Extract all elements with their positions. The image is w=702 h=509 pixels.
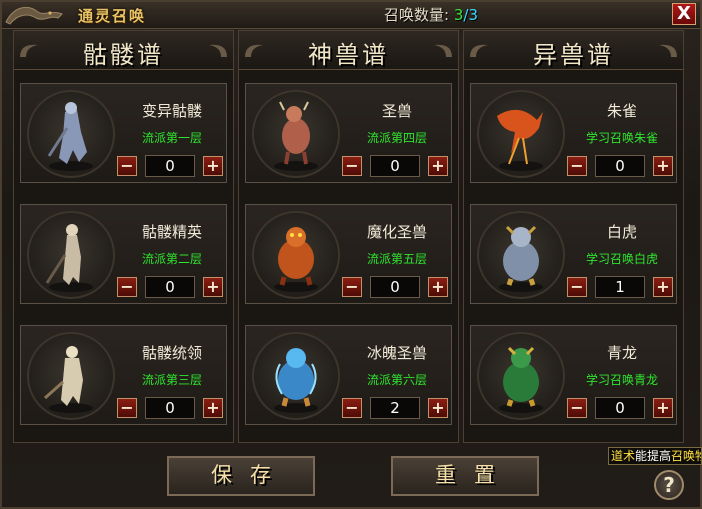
summon-card: 朱雀 学习召唤朱雀 − 0 + — [470, 83, 677, 183]
help-button[interactable]: ? — [654, 470, 684, 500]
summon-name: 白虎 — [606, 223, 637, 241]
summon-count-label: 召唤数量: — [384, 6, 450, 24]
summon-name: 圣兽 — [381, 102, 412, 120]
ice-beast-portrait-icon — [252, 332, 340, 420]
summon-name: 骷髅精英 — [141, 223, 202, 241]
summon-count-current: 3 — [453, 6, 464, 24]
summon-name: 青龙 — [606, 344, 637, 362]
summon-card: 魔化圣兽 流派第五层 − 0 + — [245, 204, 452, 304]
demonized-beast-portrait-icon — [252, 211, 340, 299]
decrease-button[interactable]: − — [117, 398, 137, 418]
summon-school: 学习召唤白虎 — [585, 252, 658, 266]
summon-card: 白虎 学习召唤白虎 − 1 + — [470, 204, 677, 304]
summon-quantity-field[interactable]: 0 — [145, 276, 195, 298]
increase-button[interactable]: + — [653, 156, 673, 176]
save-button[interactable]: 保存 — [167, 456, 315, 496]
summon-school: 流派第四层 — [366, 131, 427, 145]
increase-button[interactable]: + — [653, 277, 673, 297]
summon-quantity-field[interactable]: 0 — [370, 276, 420, 298]
close-button[interactable]: X — [672, 3, 696, 25]
summon-name: 变异骷髅 — [141, 102, 202, 120]
summon-card: 青龙 学习召唤青龙 − 0 + — [470, 325, 677, 425]
increase-button[interactable]: + — [653, 398, 673, 418]
decrease-button[interactable]: − — [567, 277, 587, 297]
summon-count: 召唤数量: 3/3 — [384, 4, 478, 25]
increase-button[interactable]: + — [203, 398, 223, 418]
column-skeleton: 骷髅谱 变异骷髅 流派第一层 − 0 + 骷髅精英 流派第二层 − 0 + 骷髅… — [13, 30, 234, 443]
column-title: 异兽谱 — [533, 41, 614, 69]
title-bar[interactable]: 通灵召唤 召唤数量: 3/3 X — [2, 2, 700, 29]
divine-beast-portrait-icon — [252, 90, 340, 178]
dragon-ornament-icon — [5, 6, 63, 25]
decrease-button[interactable]: − — [117, 156, 137, 176]
summon-card: 骷髅统领 流派第三层 − 0 + — [20, 325, 227, 425]
tooltip: 道术能提高召唤物 — [608, 447, 702, 465]
column-header: 异兽谱 — [464, 31, 683, 70]
summon-quantity-field[interactable]: 0 — [370, 155, 420, 177]
summon-school: 流派第六层 — [366, 373, 427, 387]
tooltip-highlight: 召唤物 — [671, 449, 701, 463]
vermilion-bird-portrait-icon — [477, 90, 565, 178]
summon-window: 通灵召唤 召唤数量: 3/3 X 骷髅谱 变异骷髅 流派第一层 − 0 + 骷髅… — [0, 0, 702, 509]
summon-school: 学习召唤青龙 — [585, 373, 658, 387]
column-header: 骷髅谱 — [14, 31, 233, 70]
increase-button[interactable]: + — [203, 277, 223, 297]
decrease-button[interactable]: − — [342, 398, 362, 418]
increase-button[interactable]: + — [203, 156, 223, 176]
summon-card: 圣兽 流派第四层 − 0 + — [245, 83, 452, 183]
decrease-button[interactable]: − — [117, 277, 137, 297]
summon-quantity-field[interactable]: 0 — [595, 155, 645, 177]
elite-skeleton-portrait-icon — [27, 211, 115, 299]
reset-button[interactable]: 重置 — [391, 456, 539, 496]
decrease-button[interactable]: − — [567, 398, 587, 418]
flourish-right-icon — [434, 44, 452, 57]
column-title: 骷髅谱 — [83, 41, 164, 69]
column-exotic-beast: 异兽谱 朱雀 学习召唤朱雀 − 0 + 白虎 学习召唤白虎 − 1 + 青龙 学… — [463, 30, 684, 443]
tooltip-text: 能提高 — [635, 449, 672, 463]
window-title: 通灵召唤 — [78, 7, 147, 25]
increase-button[interactable]: + — [428, 398, 448, 418]
decrease-button[interactable]: − — [342, 156, 362, 176]
summon-count-max: 3 — [468, 6, 478, 24]
white-tiger-portrait-icon — [477, 211, 565, 299]
summon-quantity-field[interactable]: 0 — [145, 155, 195, 177]
summon-school: 流派第五层 — [366, 252, 427, 266]
column-divine-beast: 神兽谱 圣兽 流派第四层 − 0 + 魔化圣兽 流派第五层 − 0 + 冰魄圣兽… — [238, 30, 459, 443]
summon-quantity-field[interactable]: 0 — [145, 397, 195, 419]
tooltip-prefix: 道术 — [611, 449, 636, 463]
summon-name: 朱雀 — [606, 102, 637, 120]
summon-name: 骷髅统领 — [141, 344, 202, 362]
summon-card: 冰魄圣兽 流派第六层 − 2 + — [245, 325, 452, 425]
summon-card: 变异骷髅 流派第一层 − 0 + — [20, 83, 227, 183]
skeleton-commander-portrait-icon — [27, 332, 115, 420]
summon-name: 冰魄圣兽 — [366, 344, 427, 362]
azure-dragon-portrait-icon — [477, 332, 565, 420]
increase-button[interactable]: + — [428, 156, 448, 176]
summon-school: 流派第二层 — [141, 252, 202, 266]
summon-school: 流派第一层 — [141, 131, 202, 145]
summon-school: 流派第三层 — [141, 373, 202, 387]
decrease-button[interactable]: − — [342, 277, 362, 297]
summon-name: 魔化圣兽 — [366, 223, 427, 241]
flourish-right-icon — [659, 44, 677, 57]
column-title: 神兽谱 — [308, 41, 389, 69]
mutant-skeleton-portrait-icon — [27, 90, 115, 178]
summon-card: 骷髅精英 流派第二层 − 0 + — [20, 204, 227, 304]
column-header: 神兽谱 — [239, 31, 458, 70]
summon-quantity-field[interactable]: 0 — [595, 397, 645, 419]
summon-quantity-field[interactable]: 2 — [370, 397, 420, 419]
decrease-button[interactable]: − — [567, 156, 587, 176]
flourish-right-icon — [209, 44, 227, 57]
summon-school: 学习召唤朱雀 — [585, 131, 658, 145]
summon-quantity-field[interactable]: 1 — [595, 276, 645, 298]
increase-button[interactable]: + — [428, 277, 448, 297]
